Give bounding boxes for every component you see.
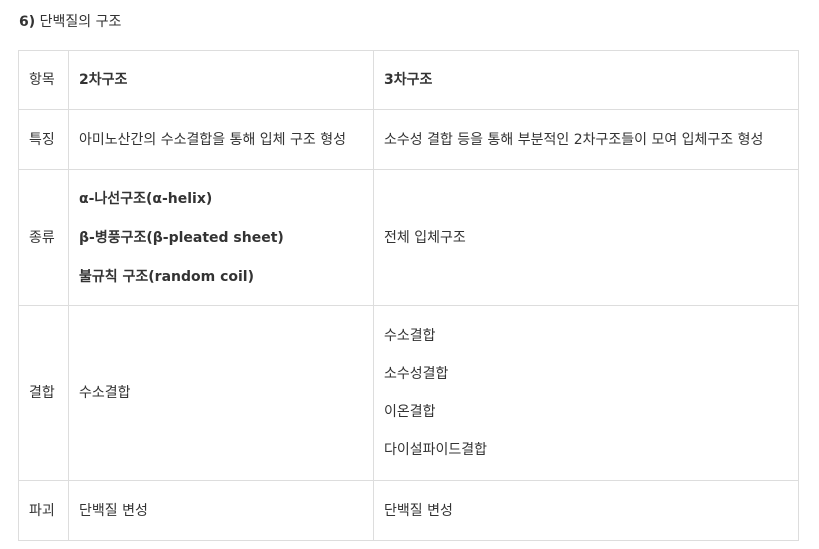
table-row-bond: 결합 수소결합 수소결합 소수성결합 이온결합 다이설파이드결합	[18, 305, 799, 481]
cell-feature-tertiary: 소수성 결합 등을 통해 부분적인 2차구조들이 모여 입체구조 형성	[373, 109, 799, 170]
cell-destruction-tertiary: 단백질 변성	[373, 480, 799, 541]
cell-destruction-secondary: 단백질 변성	[68, 480, 374, 541]
cell-types-tertiary: 전체 입체구조	[373, 169, 799, 306]
list-item-beta-sheet: β-병풍구조(β-pleated sheet)	[79, 229, 284, 246]
list-item-random-coil: 불규칙 구조(random coil)	[79, 268, 255, 285]
page-title: 6) 단백질의 구조	[19, 11, 121, 33]
row-label-types: 종류	[18, 169, 69, 306]
table-row-destruction: 파괴 단백질 변성 단백질 변성	[18, 480, 799, 541]
list-item-hydrogen-bond: 수소결합	[384, 328, 436, 344]
table-row-header: 항목 2차구조 3차구조	[18, 50, 799, 110]
row-label-bond: 결합	[18, 305, 69, 481]
list-item-alpha-helix: α-나선구조(α-helix)	[79, 190, 213, 207]
cell-bond-tertiary: 수소결합 소수성결합 이온결합 다이설파이드결합	[373, 305, 799, 481]
cell-types-secondary: α-나선구조(α-helix) β-병풍구조(β-pleated sheet) …	[68, 169, 374, 306]
column-header-tertiary: 3차구조	[373, 50, 799, 110]
cell-bond-secondary: 수소결합	[68, 305, 374, 481]
protein-structure-table: 항목 2차구조 3차구조 특징 아미노산간의 수소결합을 통해 입체 구조 형성…	[18, 50, 799, 541]
list-item-disulfide-bond: 다이설파이드결합	[384, 442, 488, 458]
list-item-ionic-bond: 이온결합	[384, 404, 436, 420]
table-row-types: 종류 α-나선구조(α-helix) β-병풍구조(β-pleated shee…	[18, 169, 799, 306]
row-label-item: 항목	[18, 50, 69, 110]
list-item-hydrophobic-bond: 소수성결합	[384, 366, 449, 382]
section-title-text: 단백질의 구조	[39, 14, 122, 30]
column-header-secondary: 2차구조	[68, 50, 374, 110]
table-row-feature: 특징 아미노산간의 수소결합을 통해 입체 구조 형성 소수성 결합 등을 통해…	[18, 109, 799, 170]
section-number: 6)	[19, 14, 36, 30]
cell-feature-secondary: 아미노산간의 수소결합을 통해 입체 구조 형성	[68, 109, 374, 170]
row-label-feature: 특징	[18, 109, 69, 170]
row-label-destruction: 파괴	[18, 480, 69, 541]
